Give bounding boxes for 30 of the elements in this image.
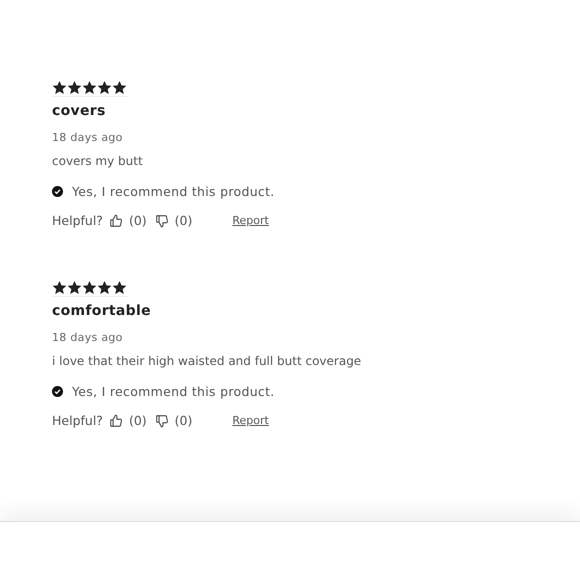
upvote-count: (0) [128,413,147,428]
recommendation-text: Yes, I recommend this product. [72,384,275,399]
report-link[interactable]: Report [232,214,269,227]
helpful-label: Helpful? [52,413,103,428]
star-icon [112,280,127,295]
thumbs-up-icon[interactable] [108,414,123,428]
helpful-label: Helpful? [52,213,103,228]
thumbs-down-icon[interactable] [154,214,169,228]
review-title: covers [52,103,107,119]
downvote-count: (0) [174,213,192,228]
upvote-count: (0) [128,213,147,228]
star-icon [97,80,112,95]
review-title: comfortable [52,303,152,319]
report-link[interactable]: Report [232,414,269,427]
star-icon [112,80,127,95]
downvote-count: (0) [174,413,192,428]
review-body: covers my butt [52,154,144,168]
star-icon [67,80,82,95]
review-date: 18 days ago [52,131,124,144]
star-icon [67,280,82,295]
review-body: i love that their high waisted and full butt coverage [52,354,362,368]
thumbs-up-icon[interactable] [108,214,123,228]
star-icon [97,280,112,295]
thumbs-down-icon[interactable] [154,414,169,428]
star-icon [52,80,67,95]
recommendation-text: Yes, I recommend this product. [72,184,275,199]
review-date: 18 days ago [52,331,124,344]
star-icon [82,80,97,95]
star-icon [52,280,67,295]
star-icon [82,280,97,295]
